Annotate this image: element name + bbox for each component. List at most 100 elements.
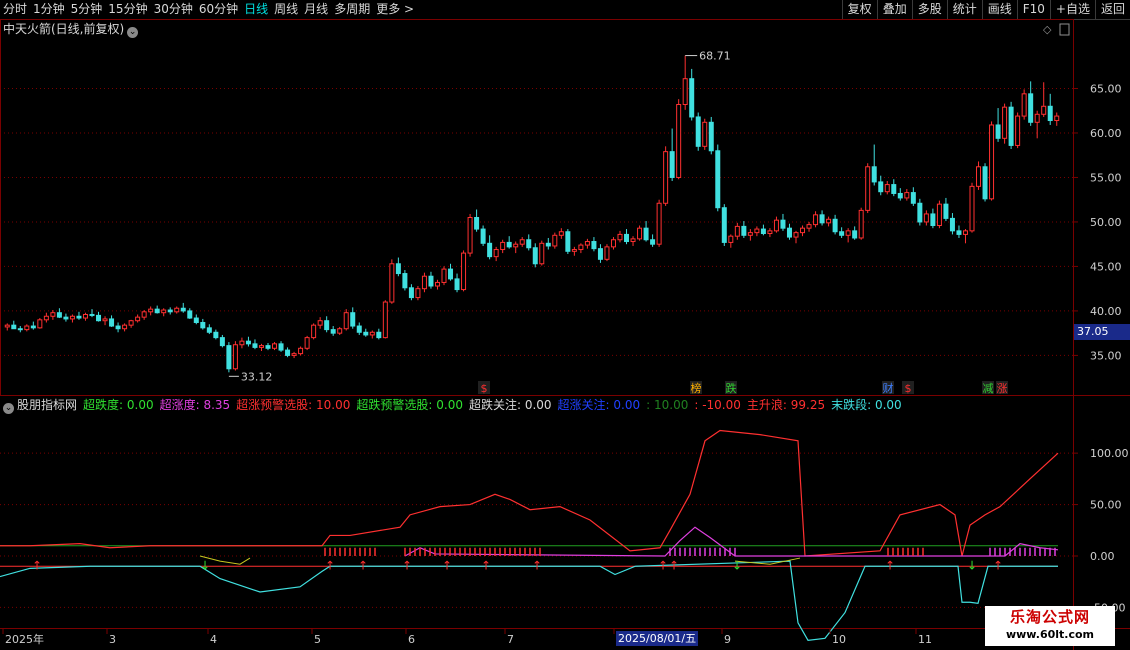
candle-body bbox=[878, 181, 884, 193]
indicator-tick-label-2: 0.00 bbox=[1090, 550, 1115, 563]
candle-body bbox=[506, 241, 512, 248]
candle-body bbox=[604, 246, 610, 260]
candle-body bbox=[519, 239, 525, 245]
candle-body bbox=[376, 331, 382, 339]
candle-body bbox=[311, 324, 317, 339]
stock-chart[interactable]: ◇65.0060.0055.0050.0045.0040.0035.0068.7… bbox=[0, 0, 1130, 650]
candle-body bbox=[141, 311, 147, 318]
candle-body bbox=[1028, 93, 1034, 123]
main-frame bbox=[0, 19, 1074, 396]
candle-body bbox=[272, 343, 278, 349]
candle-body bbox=[102, 318, 108, 322]
candle-body bbox=[82, 313, 88, 319]
candle-body bbox=[213, 331, 219, 339]
buy-arrow-icon: ↑ bbox=[658, 558, 668, 572]
candle-body bbox=[154, 308, 160, 314]
candle-body bbox=[702, 121, 708, 147]
candle-body bbox=[428, 275, 434, 287]
candle-body bbox=[200, 321, 206, 329]
event-marker-2: 跌 bbox=[726, 381, 737, 395]
candle-body bbox=[773, 219, 779, 232]
buy-arrow-icon: ↑ bbox=[402, 558, 412, 572]
candle-body bbox=[643, 227, 649, 241]
candle-body bbox=[291, 353, 297, 356]
time-label-5: 7 bbox=[507, 633, 514, 646]
time-label-3: 5 bbox=[314, 633, 321, 646]
candle-body bbox=[936, 203, 942, 227]
event-marker-6: 涨 bbox=[997, 382, 1008, 395]
candle-body bbox=[617, 233, 623, 241]
candle-body bbox=[461, 252, 467, 291]
candle-body bbox=[135, 316, 141, 322]
candle-body bbox=[356, 325, 362, 333]
candle-body bbox=[193, 317, 199, 323]
candle-body bbox=[956, 230, 962, 235]
indicator-field-3: 超跌预警选股: 0.00 bbox=[356, 398, 463, 412]
buy-arrow-icon: ↑ bbox=[358, 558, 368, 572]
candle-body bbox=[780, 219, 786, 229]
candle-body bbox=[923, 213, 929, 223]
indicator-name: 股朋指标网 bbox=[17, 398, 78, 412]
selected-date: 2025/08/01/五 bbox=[616, 631, 699, 646]
candle-body bbox=[539, 242, 545, 265]
candle-body bbox=[441, 268, 447, 283]
candle-body bbox=[715, 150, 721, 209]
candle-body bbox=[852, 230, 858, 239]
candle-body bbox=[891, 184, 897, 194]
indicator-field-1: 超涨度: 8.35 bbox=[159, 398, 231, 412]
event-marker-1: 榜 bbox=[691, 381, 702, 395]
candle-body bbox=[50, 312, 56, 317]
candle-body bbox=[226, 345, 232, 370]
candle-body bbox=[252, 343, 258, 348]
candle-body bbox=[17, 328, 23, 331]
event-marker-0: $ bbox=[481, 382, 488, 395]
time-label-8: 10 bbox=[832, 633, 846, 646]
sell-arrow-icon: ↓ bbox=[200, 558, 210, 572]
candle-body bbox=[467, 217, 473, 254]
candle-body bbox=[265, 345, 271, 349]
candle-body bbox=[884, 184, 890, 193]
diamond-icon: ◇ bbox=[1043, 23, 1052, 36]
event-marker-4: $ bbox=[905, 382, 912, 395]
time-label-4: 6 bbox=[408, 633, 415, 646]
buy-arrow-icon: ↑ bbox=[669, 558, 679, 572]
candle-body bbox=[24, 325, 30, 331]
candle-body bbox=[786, 227, 792, 238]
indicator-field-4: 超跌关注: 0.00 bbox=[468, 398, 552, 412]
candle-body bbox=[317, 320, 323, 326]
price-tick-label-0: 65.00 bbox=[1090, 82, 1122, 95]
candle-body bbox=[1034, 113, 1040, 123]
candle-body bbox=[1002, 106, 1008, 139]
candle-body bbox=[800, 227, 806, 234]
candle-body bbox=[695, 116, 701, 147]
indicator-tick-label-0: 100.00 bbox=[1090, 447, 1129, 460]
price-tick-label-1: 60.00 bbox=[1090, 127, 1122, 140]
candle-body bbox=[526, 239, 532, 249]
chevron-down-icon[interactable]: ⌄ bbox=[3, 403, 14, 414]
price-tick-label-2: 55.00 bbox=[1090, 171, 1122, 184]
candle-body bbox=[278, 343, 284, 351]
candle-body bbox=[128, 320, 134, 326]
candle-body bbox=[76, 315, 82, 319]
candle-body bbox=[656, 202, 662, 245]
panel-toggle-icon bbox=[1059, 23, 1070, 36]
price-tick-label-4: 45.00 bbox=[1090, 260, 1122, 273]
candle-body bbox=[56, 312, 62, 318]
candle-body bbox=[258, 345, 264, 348]
candle-body bbox=[4, 324, 10, 328]
candle-body bbox=[69, 315, 75, 320]
time-label-9: 11 bbox=[918, 633, 932, 646]
buy-arrow-icon: ↑ bbox=[442, 558, 452, 572]
price-tick-label-5: 40.00 bbox=[1090, 305, 1122, 318]
candle-body bbox=[806, 224, 812, 229]
candle-body bbox=[245, 340, 251, 345]
candle-body bbox=[434, 281, 440, 287]
price-tick-label-3: 50.00 bbox=[1090, 216, 1122, 229]
candle-body bbox=[1008, 106, 1014, 146]
candle-body bbox=[382, 301, 388, 339]
candle-body bbox=[949, 217, 955, 232]
candle-body bbox=[982, 166, 988, 200]
candle-body bbox=[871, 166, 877, 183]
candle-body bbox=[663, 151, 669, 204]
indicator-field-8: 主升浪: 99.25 bbox=[746, 398, 826, 412]
